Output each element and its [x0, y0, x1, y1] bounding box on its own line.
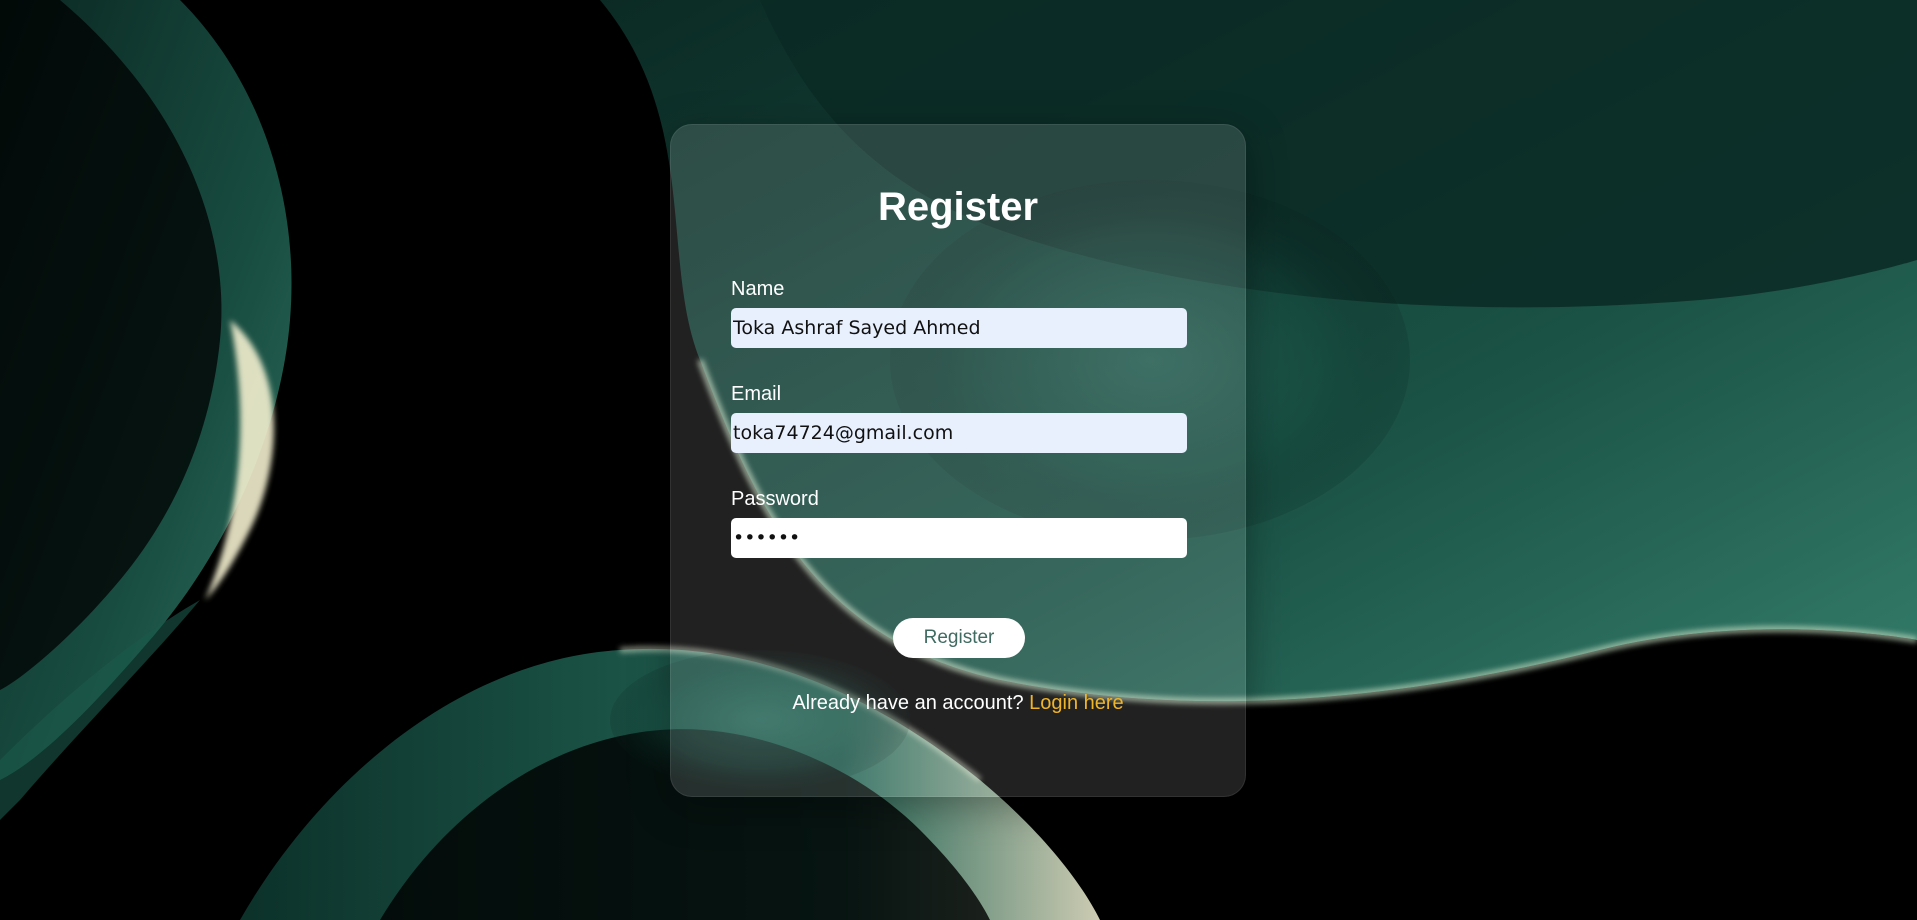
password-label: Password [731, 488, 819, 510]
login-prompt-line: Already have an account? Login here [671, 692, 1245, 715]
form-title: Register [877, 185, 1039, 229]
email-label: Email [731, 383, 782, 405]
register-card: Register Name Email Password Register Al… [670, 124, 1246, 797]
email-input[interactable] [731, 413, 1187, 453]
password-input[interactable] [731, 518, 1187, 558]
login-link[interactable]: Login here [1029, 692, 1124, 714]
register-button[interactable]: Register [893, 618, 1025, 658]
name-label: Name [731, 278, 785, 300]
login-prompt-text: Already have an account? [792, 692, 1030, 714]
name-input[interactable] [731, 308, 1187, 348]
